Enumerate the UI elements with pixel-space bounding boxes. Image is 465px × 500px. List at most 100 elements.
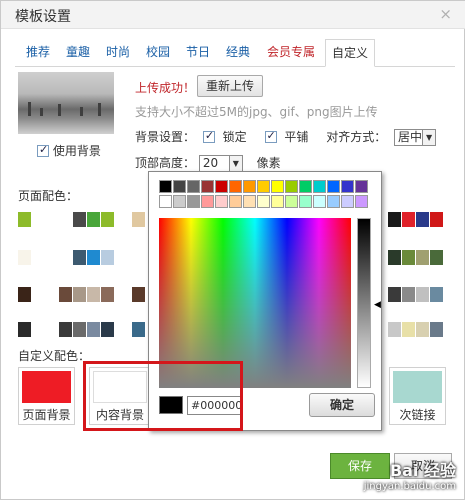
- palette-color[interactable]: [243, 180, 256, 193]
- lock-checkbox[interactable]: [202, 129, 215, 143]
- palette-color[interactable]: [285, 180, 298, 193]
- color-swatch[interactable]: [87, 212, 100, 227]
- color-swatch[interactable]: [18, 287, 31, 302]
- checkbox-checked-icon[interactable]: [37, 143, 49, 157]
- color-swatch[interactable]: [430, 212, 443, 227]
- color-swatch[interactable]: [132, 212, 145, 227]
- tab-recommend[interactable]: 推荐: [23, 39, 53, 67]
- palette-color[interactable]: [173, 180, 186, 193]
- color-swatch[interactable]: [402, 287, 415, 302]
- color-swatch[interactable]: [416, 322, 429, 337]
- palette-color[interactable]: [159, 180, 172, 193]
- tab-vip[interactable]: 会员专属: [265, 39, 317, 67]
- tab-classic[interactable]: 经典: [223, 39, 253, 67]
- top-height-label: 顶部高度：: [135, 156, 196, 170]
- color-swatch[interactable]: [388, 212, 401, 227]
- tile-checkbox[interactable]: [264, 129, 277, 143]
- color-swatch[interactable]: [59, 250, 72, 265]
- brightness-slider[interactable]: [357, 218, 371, 388]
- color-swatch[interactable]: [87, 287, 100, 302]
- color-swatch[interactable]: [87, 250, 100, 265]
- color-swatch[interactable]: [73, 322, 86, 337]
- color-swatch[interactable]: [402, 250, 415, 265]
- palette-color[interactable]: [327, 195, 340, 208]
- color-swatch[interactable]: [59, 287, 72, 302]
- palette-color[interactable]: [201, 195, 214, 208]
- use-background-checkbox[interactable]: 使用背景: [37, 142, 101, 159]
- close-icon[interactable]: ×: [439, 5, 452, 23]
- palette-color[interactable]: [313, 180, 326, 193]
- color-swatch[interactable]: [132, 250, 145, 265]
- palette-color[interactable]: [271, 195, 284, 208]
- palette-color[interactable]: [215, 180, 228, 193]
- color-swatch[interactable]: [18, 250, 31, 265]
- color-swatch[interactable]: [388, 287, 401, 302]
- align-label: 对齐方式：: [326, 130, 387, 144]
- palette-color[interactable]: [187, 195, 200, 208]
- color-swatch[interactable]: [101, 287, 114, 302]
- palette-color[interactable]: [313, 195, 326, 208]
- background-thumbnail[interactable]: [18, 72, 114, 134]
- palette-color[interactable]: [243, 195, 256, 208]
- color-swatch[interactable]: [430, 287, 443, 302]
- color-swatch[interactable]: [416, 212, 429, 227]
- palette-color[interactable]: [285, 195, 298, 208]
- top-height-select[interactable]: 20 ▼: [198, 155, 243, 172]
- palette-color[interactable]: [187, 180, 200, 193]
- page-bg-color-block[interactable]: [22, 371, 71, 403]
- palette-color[interactable]: [215, 195, 228, 208]
- title-bar: 模板设置 ×: [1, 1, 465, 29]
- slider-arrow-icon[interactable]: ◀: [374, 300, 381, 310]
- color-swatch[interactable]: [18, 212, 31, 227]
- reupload-button[interactable]: 重新上传: [197, 75, 263, 97]
- color-swatch[interactable]: [101, 250, 114, 265]
- palette-color[interactable]: [299, 180, 312, 193]
- color-swatch[interactable]: [132, 322, 145, 337]
- color-swatch[interactable]: [388, 250, 401, 265]
- custom-colors-heading: 自定义配色：: [18, 349, 91, 363]
- color-swatch[interactable]: [402, 212, 415, 227]
- page-colors-heading: 页面配色：: [18, 189, 79, 203]
- palette-color[interactable]: [341, 195, 354, 208]
- align-select[interactable]: 居中 ▼: [394, 129, 437, 146]
- confirm-button[interactable]: 确定: [309, 393, 375, 417]
- tab-campus[interactable]: 校园: [143, 39, 173, 67]
- palette-color[interactable]: [355, 195, 368, 208]
- palette-color[interactable]: [173, 195, 186, 208]
- palette-color[interactable]: [159, 195, 172, 208]
- custom-color-secondary-link[interactable]: 次链接: [389, 367, 446, 425]
- color-swatch[interactable]: [59, 322, 72, 337]
- custom-color-page-bg[interactable]: 页面背景: [18, 367, 75, 425]
- tab-fashion[interactable]: 时尚: [103, 39, 133, 67]
- palette-color[interactable]: [271, 180, 284, 193]
- palette-color[interactable]: [355, 180, 368, 193]
- palette-color[interactable]: [257, 180, 270, 193]
- color-swatch[interactable]: [59, 212, 72, 227]
- palette-color[interactable]: [229, 180, 242, 193]
- color-swatch[interactable]: [18, 322, 31, 337]
- color-swatch[interactable]: [73, 250, 86, 265]
- color-swatch[interactable]: [87, 322, 100, 337]
- color-swatch[interactable]: [416, 287, 429, 302]
- palette-color[interactable]: [257, 195, 270, 208]
- tab-custom[interactable]: 自定义: [325, 39, 375, 67]
- color-swatch[interactable]: [416, 250, 429, 265]
- secondary-link-label: 次链接: [399, 408, 436, 422]
- tab-festival[interactable]: 节日: [183, 39, 213, 67]
- color-swatch[interactable]: [430, 322, 443, 337]
- color-swatch[interactable]: [101, 322, 114, 337]
- palette-color[interactable]: [327, 180, 340, 193]
- color-swatch[interactable]: [388, 322, 401, 337]
- palette-color[interactable]: [229, 195, 242, 208]
- secondary-link-color-block[interactable]: [393, 371, 442, 403]
- color-swatch[interactable]: [132, 287, 145, 302]
- color-swatch[interactable]: [73, 287, 86, 302]
- color-swatch[interactable]: [73, 212, 86, 227]
- palette-color[interactable]: [299, 195, 312, 208]
- color-swatch[interactable]: [430, 250, 443, 265]
- tab-childlike[interactable]: 童趣: [63, 39, 93, 67]
- color-swatch[interactable]: [402, 322, 415, 337]
- palette-color[interactable]: [201, 180, 214, 193]
- color-swatch[interactable]: [101, 212, 114, 227]
- palette-color[interactable]: [341, 180, 354, 193]
